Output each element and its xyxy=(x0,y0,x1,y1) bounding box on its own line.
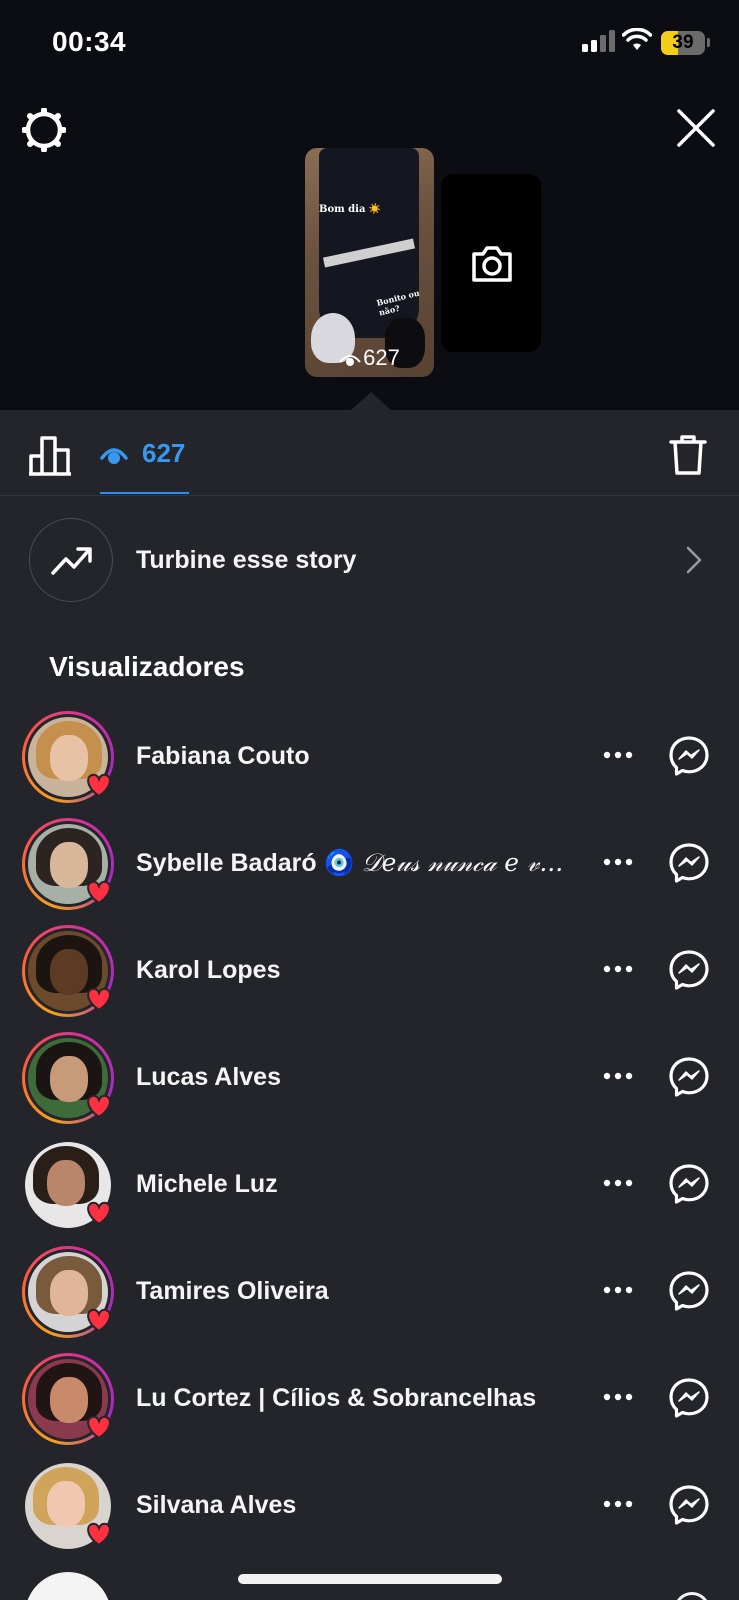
viewer-name[interactable]: Karol Lopes xyxy=(136,955,280,985)
avatar[interactable] xyxy=(22,818,114,910)
heart-icon xyxy=(87,987,111,1012)
heart-icon xyxy=(87,1201,111,1226)
tab-viewers[interactable]: 627 xyxy=(100,438,189,494)
heart-icon xyxy=(87,1522,111,1547)
list-item[interactable]: Silvana Alves xyxy=(0,1460,739,1565)
add-story-tile[interactable] xyxy=(441,174,541,352)
list-item[interactable]: Sybelle Badaró 🧿 𝒟𝑒𝓊𝓈 𝓃𝓊𝓃𝒸𝒶 𝑒 𝓋... xyxy=(0,818,739,923)
signal-icon xyxy=(582,30,615,52)
avatar[interactable] xyxy=(22,1460,114,1552)
viewer-name[interactable]: Michele Luz xyxy=(136,1169,278,1199)
viewer-name[interactable]: Fabiana Couto xyxy=(136,741,310,771)
list-item[interactable]: Michele Luz xyxy=(0,1139,739,1244)
battery-nub xyxy=(707,38,710,47)
avatar[interactable] xyxy=(22,711,114,803)
home-indicator[interactable] xyxy=(238,1574,502,1584)
viewer-name-text: Sybelle Badaró 🧿 xyxy=(136,849,355,877)
viewer-name[interactable]: Lucas Alves xyxy=(136,1062,281,1092)
messenger-icon[interactable] xyxy=(668,1270,710,1312)
viewer-name-text: Tamires Oliveira xyxy=(136,1277,329,1305)
more-icon[interactable] xyxy=(603,858,633,866)
messenger-icon[interactable] xyxy=(668,1484,710,1526)
more-icon[interactable] xyxy=(603,1179,633,1187)
messenger-icon[interactable] xyxy=(668,735,710,777)
more-icon[interactable] xyxy=(603,965,633,973)
story-tabs: 627 xyxy=(0,410,739,496)
more-icon[interactable] xyxy=(603,1286,633,1294)
avatar-face xyxy=(50,735,88,781)
viewer-name[interactable]: Silvana Alves xyxy=(136,1490,296,1520)
avatar-face xyxy=(47,1160,85,1206)
heart-icon xyxy=(87,880,111,905)
eye-icon xyxy=(100,448,128,464)
selection-caret xyxy=(351,392,391,410)
viewer-name-text: Silvana Alves xyxy=(136,1491,297,1519)
camera-icon xyxy=(472,246,512,282)
more-icon[interactable] xyxy=(603,751,633,759)
more-icon[interactable] xyxy=(603,1072,633,1080)
list-item[interactable]: Fabiana Couto xyxy=(0,711,739,816)
heart-icon xyxy=(87,1308,111,1333)
story-view-count: 627 xyxy=(305,345,434,371)
boost-label: Turbine esse story xyxy=(136,546,357,574)
trending-up-icon xyxy=(51,547,92,575)
avatar[interactable] xyxy=(22,1246,114,1338)
section-title: Visualizadores xyxy=(49,651,245,682)
viewer-name[interactable]: Tamires Oliveira xyxy=(136,1276,329,1306)
avatar-face xyxy=(50,1270,88,1316)
messenger-icon[interactable] xyxy=(668,1163,710,1205)
avatar[interactable] xyxy=(22,925,114,1017)
heart-icon xyxy=(87,773,111,798)
settings-icon[interactable] xyxy=(22,108,66,152)
boost-icon-circle xyxy=(29,518,113,602)
avatar-face xyxy=(50,842,88,888)
avatar-face xyxy=(47,1481,85,1527)
bar-chart-icon[interactable] xyxy=(29,434,71,476)
messenger-icon[interactable] xyxy=(668,1056,710,1098)
list-item[interactable]: Karol Lopes xyxy=(0,925,739,1030)
viewer-name-text: Karol Lopes xyxy=(136,956,281,984)
viewer-name-text: Michele Luz xyxy=(136,1170,278,1198)
avatar-face xyxy=(50,1377,88,1423)
battery-percent: 39 xyxy=(672,32,694,53)
avatar[interactable] xyxy=(22,1353,114,1445)
story-caption-top: Bom dia ☀️ xyxy=(319,204,382,215)
avatar[interactable] xyxy=(22,1139,114,1231)
viewer-name-extra: 𝒟𝑒𝓊𝓈 𝓃𝓊𝓃𝒸𝒶 𝑒 𝓋... xyxy=(361,848,564,877)
trash-icon[interactable] xyxy=(669,434,707,476)
messenger-icon[interactable] xyxy=(668,949,710,991)
viewer-name[interactable]: Sybelle Badaró 🧿 𝒟𝑒𝓊𝓈 𝓃𝓊𝓃𝒸𝒶 𝑒 𝓋... xyxy=(136,848,563,878)
chevron-right-icon xyxy=(686,546,702,574)
status-time: 00:34 xyxy=(52,26,127,57)
tab-viewers-count: 627 xyxy=(142,438,186,468)
viewer-name-text: Lu Cortez | Cílios & Sobrancelhas xyxy=(136,1384,537,1412)
story-preview-area: 00:34 39 Bom dia ☀️ Bonito ou não? 627 xyxy=(0,0,739,410)
list-item[interactable]: Tamires Oliveira xyxy=(0,1246,739,1351)
heart-icon xyxy=(87,1415,111,1440)
battery-indicator: 39 xyxy=(661,31,705,55)
avatar[interactable] xyxy=(25,1572,111,1600)
messenger-icon[interactable] xyxy=(668,1377,710,1419)
list-item[interactable]: Lucas Alves xyxy=(0,1032,739,1137)
viewer-name-text: Lucas Alves xyxy=(136,1063,281,1091)
story-thumbnail[interactable]: Bom dia ☀️ Bonito ou não? 627 xyxy=(305,148,434,377)
viewer-name[interactable]: Lu Cortez | Cílios & Sobrancelhas xyxy=(136,1383,536,1413)
wifi-icon xyxy=(622,28,652,50)
viewer-name-text: Fabiana Couto xyxy=(136,742,310,770)
eye-icon xyxy=(339,355,361,366)
list-item[interactable]: Lu Cortez | Cílios & Sobrancelhas xyxy=(0,1353,739,1458)
more-icon[interactable] xyxy=(603,1500,633,1508)
story-view-count-value: 627 xyxy=(363,345,400,370)
heart-icon xyxy=(87,1094,111,1119)
messenger-icon[interactable] xyxy=(668,842,710,884)
more-icon[interactable] xyxy=(603,1393,633,1401)
boost-story-row[interactable]: Turbine esse story xyxy=(0,510,739,610)
avatar[interactable] xyxy=(22,1032,114,1124)
messenger-icon[interactable] xyxy=(674,1592,710,1600)
avatar-face xyxy=(50,1056,88,1102)
avatar-face xyxy=(50,949,88,995)
close-icon[interactable] xyxy=(676,108,716,148)
